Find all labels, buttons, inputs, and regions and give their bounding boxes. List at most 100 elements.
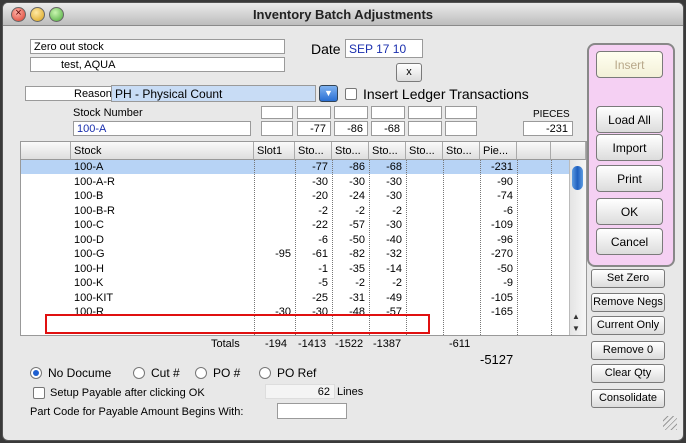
column-header-sto[interactable]: Sto... [406,142,443,160]
resize-grip-icon[interactable] [663,416,677,430]
qty-cell: -165 [490,306,513,318]
column-header-sto[interactable]: Sto... [369,142,406,160]
qty-cell: -6 [503,204,513,217]
qty-cell: -2 [355,277,365,289]
clear-qty-button[interactable]: Clear Qty [591,364,665,383]
slot-header-box [261,106,293,119]
qty-cell: -1 [318,262,328,275]
qty-cell: -2 [355,204,365,217]
print-button[interactable]: Print [596,165,663,192]
reason-select[interactable]: PH - Physical Count [111,85,316,102]
scroll-up-icon[interactable]: ▲ [572,312,580,321]
qty-cell: -35 [349,262,365,275]
column-header-blank[interactable] [551,142,586,160]
qty-cell: -6 [318,233,328,246]
column-divider [332,160,333,335]
stock-cell: 100-A-R [74,175,115,188]
qty-cell: -77 [312,161,328,173]
cancel-button[interactable]: Cancel [596,228,663,255]
column-divider [295,160,296,335]
slot3-field[interactable]: -86 [334,121,368,136]
qty-cell: -109 [490,219,513,231]
slot4-field[interactable]: -68 [371,121,405,136]
scrollbar-thumb[interactable] [572,166,583,190]
lines-label: Lines [337,386,364,398]
stock-cell: 100-D [74,233,104,246]
slot-header-box [334,106,368,119]
radio-po-ref[interactable] [259,367,271,379]
chevron-down-icon: ▼ [324,88,333,98]
column-divider [443,160,444,335]
slot-header-box [445,106,477,119]
slot5-field[interactable] [408,121,442,136]
remove-negs-button[interactable]: Remove Negs [591,293,665,312]
totals-label: Totals [211,338,240,350]
column-header-sto[interactable]: Sto... [443,142,480,160]
column-header-blank[interactable] [21,142,71,160]
inventory-batch-window: × Inventory Batch Adjustments Zero out s… [2,2,684,441]
qty-cell: -30 [386,219,402,231]
stock-cell: 100-B [74,190,104,202]
qty-cell: -50 [497,262,513,275]
stock-number-field[interactable]: 100-A [73,121,251,136]
stock-cell: 100-C [74,219,104,231]
slot-header-box [297,106,331,119]
setup-payable-checkbox[interactable] [33,387,45,399]
radio-po[interactable] [195,367,207,379]
stock-cell: 100-A [74,161,104,173]
title-bar: × Inventory Batch Adjustments [3,3,683,26]
qty-cell: -82 [349,248,365,260]
qty-cell: -32 [386,248,402,260]
clear-date-button[interactable]: x [396,63,422,82]
vertical-scrollbar[interactable]: ▲ ▼ [569,160,586,335]
reason-label: Reason [25,86,113,101]
insert-ledger-checkbox[interactable] [345,88,357,100]
setup-payable-label: Setup Payable after clicking OK [50,387,205,399]
ok-button[interactable]: OK [596,198,663,225]
radio-no-document[interactable] [30,367,42,379]
description-field[interactable]: Zero out stock [30,39,285,54]
qty-cell: -231 [490,161,513,173]
current-only-button[interactable]: Current Only [591,316,665,335]
column-divider [517,160,518,335]
radio-no-document-label: No Docume [48,366,112,380]
remove-0-button[interactable]: Remove 0 [591,341,665,360]
qty-cell: -90 [497,175,513,188]
column-header-sto[interactable]: Sto... [332,142,369,160]
column-header-blank[interactable] [517,142,551,160]
date-label: Date [311,41,341,57]
stock-cell: 100-G [74,248,105,260]
slot2-field[interactable]: -77 [297,121,331,136]
import-button[interactable]: Import [596,134,663,161]
set-zero-button[interactable]: Set Zero [591,269,665,288]
slot1-field[interactable] [261,121,293,136]
load-all-button[interactable]: Load All [596,106,663,133]
column-divider [369,160,370,335]
reason-dropdown-button[interactable]: ▼ [319,85,338,102]
column-header-sto[interactable]: Sto... [295,142,332,160]
qty-cell: -61 [312,248,328,260]
column-header-slot1[interactable]: Slot1 [254,142,295,160]
pieces-field[interactable]: -231 [523,121,573,136]
qty-cell: -49 [386,291,402,304]
column-header-pieces[interactable]: Pie... [480,142,517,160]
consolidate-button[interactable]: Consolidate [591,389,665,408]
column-header-stock[interactable]: Stock [71,142,254,160]
part-code-field[interactable] [277,403,347,419]
slot6-field[interactable] [445,121,477,136]
column-divider [551,160,552,335]
date-field[interactable]: SEP 17 10 [345,39,423,58]
stock-cell: 100-H [74,262,104,275]
slot-header-box [408,106,442,119]
radio-cut[interactable] [133,367,145,379]
column-divider [480,160,481,335]
total-sto: -611 [449,338,471,350]
qty-cell: -96 [497,233,513,246]
scroll-down-icon[interactable]: ▼ [572,324,580,333]
window-title: Inventory Batch Adjustments [252,7,434,22]
qty-cell: -2 [392,277,402,289]
radio-po-label: PO # [213,366,241,380]
qty-cell: -86 [349,161,365,173]
insert-button[interactable]: Insert [596,51,663,78]
user-field[interactable]: test, AQUA [30,57,285,72]
